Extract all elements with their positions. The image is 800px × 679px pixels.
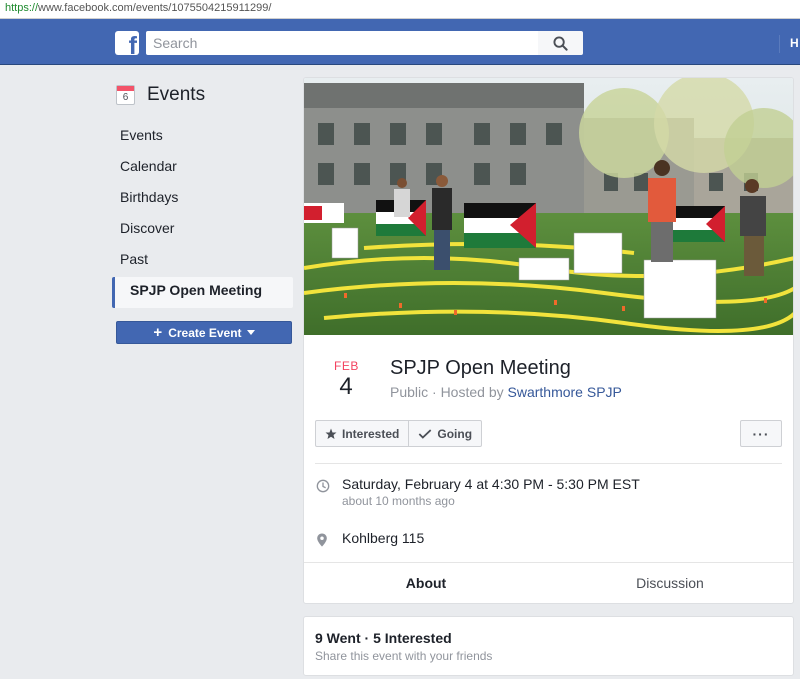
- sidebar-item-calendar[interactable]: Calendar: [112, 153, 293, 184]
- divider: [315, 463, 782, 464]
- sidebar-item-birthdays[interactable]: Birthdays: [112, 184, 293, 215]
- more-options-button[interactable]: ···: [740, 420, 782, 447]
- event-title: SPJP Open Meeting: [390, 357, 571, 379]
- facebook-logo-icon[interactable]: f: [115, 31, 139, 59]
- event-subtitle: Public · Hosted by Swarthmore SPJP: [390, 384, 622, 400]
- event-time-row: Saturday, February 4 at 4:30 PM - 5:30 P…: [316, 476, 640, 508]
- interested-button[interactable]: Interested: [316, 421, 408, 446]
- star-icon: [325, 428, 337, 439]
- home-link[interactable]: H: [790, 36, 799, 50]
- sidebar-item-events[interactable]: Events: [112, 122, 293, 153]
- event-location[interactable]: Kohlberg 115: [342, 530, 424, 552]
- create-event-label: Create Event: [168, 325, 242, 340]
- caret-down-icon: [246, 330, 255, 335]
- create-event-button[interactable]: + Create Event: [116, 321, 292, 344]
- event-day: 4: [339, 373, 353, 400]
- tab-discussion[interactable]: Discussion: [556, 563, 784, 603]
- going-label: Going: [437, 426, 473, 441]
- url-path: www.facebook.com/events/1075504215911299…: [38, 2, 272, 14]
- check-icon: [419, 428, 432, 439]
- sidebar-item-discover[interactable]: Discover: [112, 215, 293, 246]
- tab-about[interactable]: About: [312, 563, 540, 603]
- event-card: FEB 4 SPJP Open Meeting Public · Hosted …: [303, 77, 794, 604]
- event-cover-photo[interactable]: [304, 78, 793, 335]
- topbar-divider: [779, 35, 780, 53]
- event-tabs: About Discussion: [304, 562, 793, 603]
- event-visibility: Public · Hosted by: [390, 384, 508, 400]
- event-location-row: Kohlberg 115: [316, 530, 424, 552]
- sidebar-title: Events: [147, 84, 206, 105]
- event-host-link[interactable]: Swarthmore SPJP: [508, 384, 622, 400]
- event-date: FEB 4: [334, 359, 358, 401]
- share-prompt: Share this event with your friends: [315, 649, 493, 663]
- top-navigation-bar: f H: [0, 19, 800, 65]
- going-button[interactable]: Going: [408, 421, 481, 446]
- url-scheme: https://: [5, 2, 39, 14]
- sidebar-item-past[interactable]: Past: [112, 246, 293, 277]
- search-input[interactable]: [146, 31, 538, 55]
- search-button[interactable]: [538, 31, 583, 55]
- sidebar-header: 6 Events: [116, 84, 205, 106]
- calendar-icon: 6: [116, 85, 135, 105]
- interested-label: Interested: [342, 426, 400, 441]
- event-month: FEB: [334, 359, 359, 373]
- event-datetime[interactable]: Saturday, February 4 at 4:30 PM - 5:30 P…: [342, 476, 640, 492]
- attendance-summary[interactable]: 9 Went · 5 Interested: [315, 630, 452, 646]
- address-bar[interactable]: https://www.facebook.com/events/10755042…: [0, 0, 800, 19]
- clock-icon: [316, 479, 330, 493]
- sidebar-nav: Events Calendar Birthdays Discover Past …: [112, 122, 293, 308]
- search-icon: [553, 35, 568, 51]
- plus-icon: +: [153, 323, 163, 341]
- sidebar-item-current-event[interactable]: SPJP Open Meeting: [112, 277, 293, 308]
- rsvp-buttons: Interested Going: [315, 420, 483, 447]
- event-relative-time: about 10 months ago: [342, 494, 455, 508]
- location-pin-icon: [317, 533, 327, 547]
- attendance-card: 9 Went · 5 Interested Share this event w…: [303, 616, 794, 676]
